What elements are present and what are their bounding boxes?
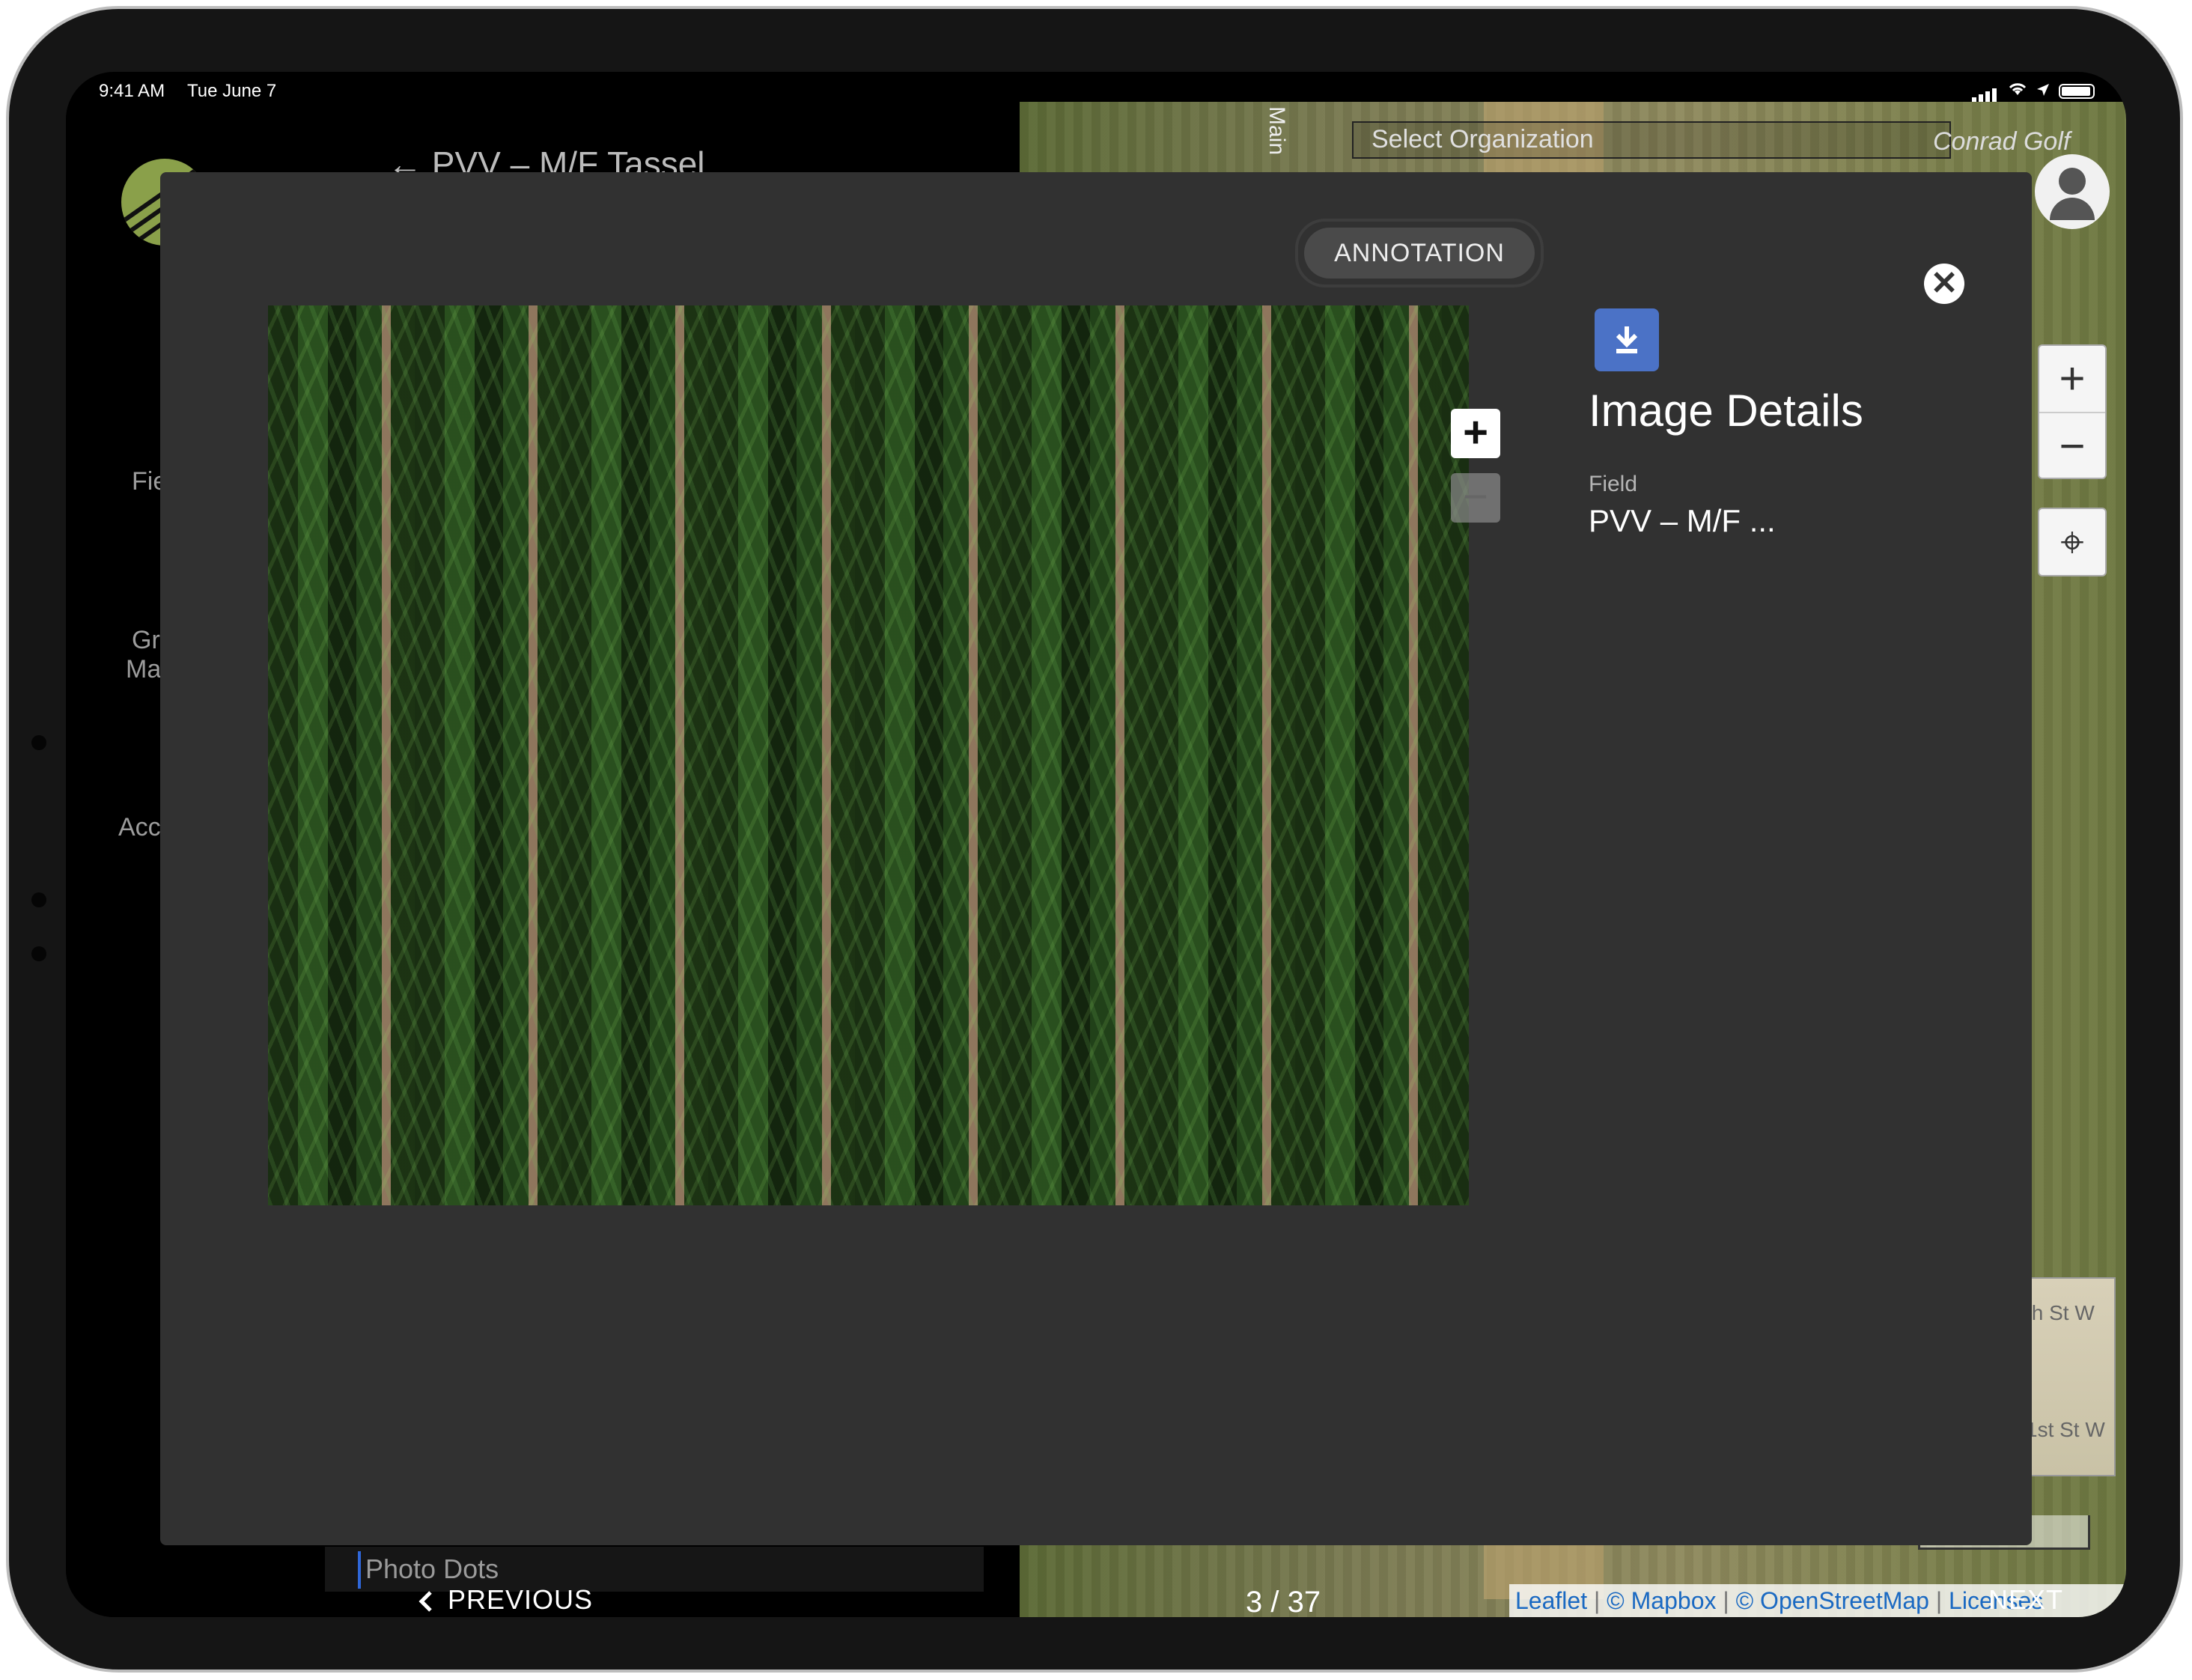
mapbox-link[interactable]: © Mapbox xyxy=(1607,1587,1716,1614)
download-icon xyxy=(1616,326,1638,353)
nav-item-account[interactable]: Acc xyxy=(118,813,161,842)
user-avatar-icon[interactable] xyxy=(2035,154,2110,229)
field-label: Field xyxy=(1589,472,1638,496)
osm-link[interactable]: © OpenStreetMap xyxy=(1736,1587,1929,1614)
map-zoom-in-icon[interactable]: + xyxy=(2039,346,2105,413)
map-zoom-out-icon[interactable]: − xyxy=(2039,413,2105,479)
map-road-label: Main xyxy=(1264,106,1289,156)
status-date: Tue June 7 xyxy=(187,81,277,101)
previous-button[interactable]: PREVIOUS xyxy=(418,1584,593,1616)
map-zoom-control: + − xyxy=(2038,344,2107,479)
location-arrow-icon xyxy=(2036,81,2050,102)
nav-label: Acc xyxy=(118,813,161,841)
image-details-title: Image Details xyxy=(1589,386,1863,436)
minimap-street-label: 1st St W xyxy=(2026,1418,2105,1441)
crop-field-photo[interactable] xyxy=(268,305,1469,1205)
annotation-button[interactable]: ANNOTATION xyxy=(1295,219,1544,287)
status-time: 9:41 AM xyxy=(99,81,165,101)
download-button[interactable] xyxy=(1595,308,1659,371)
status-icons xyxy=(1972,81,2095,102)
next-label: NEXT xyxy=(1988,1584,2064,1615)
image-viewer-modal: ANNOTATION PREVIOUS 3 / 37 NEXT xyxy=(160,172,2062,1617)
screen: 9:41 AM Tue June 7 ← PVV – M/F Tassel Fi… xyxy=(66,72,2126,1617)
minimap-street-label: th St W xyxy=(2026,1301,2095,1324)
field-value: PVV – M/F ... xyxy=(1589,503,1776,538)
previous-label: PREVIOUS xyxy=(448,1584,594,1615)
map-place-label: Conrad Golf xyxy=(1933,127,2071,156)
status-bar: 9:41 AM Tue June 7 xyxy=(66,72,2126,102)
leaflet-link[interactable]: Leaflet xyxy=(1515,1587,1587,1614)
cellular-signal-icon xyxy=(1972,81,1999,102)
side-camera-dot xyxy=(31,735,46,750)
side-sensor-dot xyxy=(31,946,46,961)
battery-icon xyxy=(2059,84,2095,99)
next-button[interactable]: NEXT xyxy=(1988,1584,2063,1617)
photo-dots-label: Photo Dots xyxy=(365,1553,499,1584)
close-icon[interactable]: ✕ xyxy=(1924,264,1964,304)
chevron-left-icon xyxy=(418,1591,432,1613)
side-sensor-dot xyxy=(31,892,46,907)
wifi-icon xyxy=(2008,81,2027,102)
photo-zoom-out-icon[interactable]: − xyxy=(1451,473,1500,523)
organization-select[interactable]: Select Organization xyxy=(1352,121,1951,159)
image-counter: 3 / 37 xyxy=(1246,1586,1321,1617)
locate-me-icon[interactable]: ⌖ xyxy=(2038,508,2107,576)
organization-select-placeholder: Select Organization xyxy=(1371,125,1594,153)
photo-zoom-in-icon[interactable]: + xyxy=(1451,409,1500,458)
